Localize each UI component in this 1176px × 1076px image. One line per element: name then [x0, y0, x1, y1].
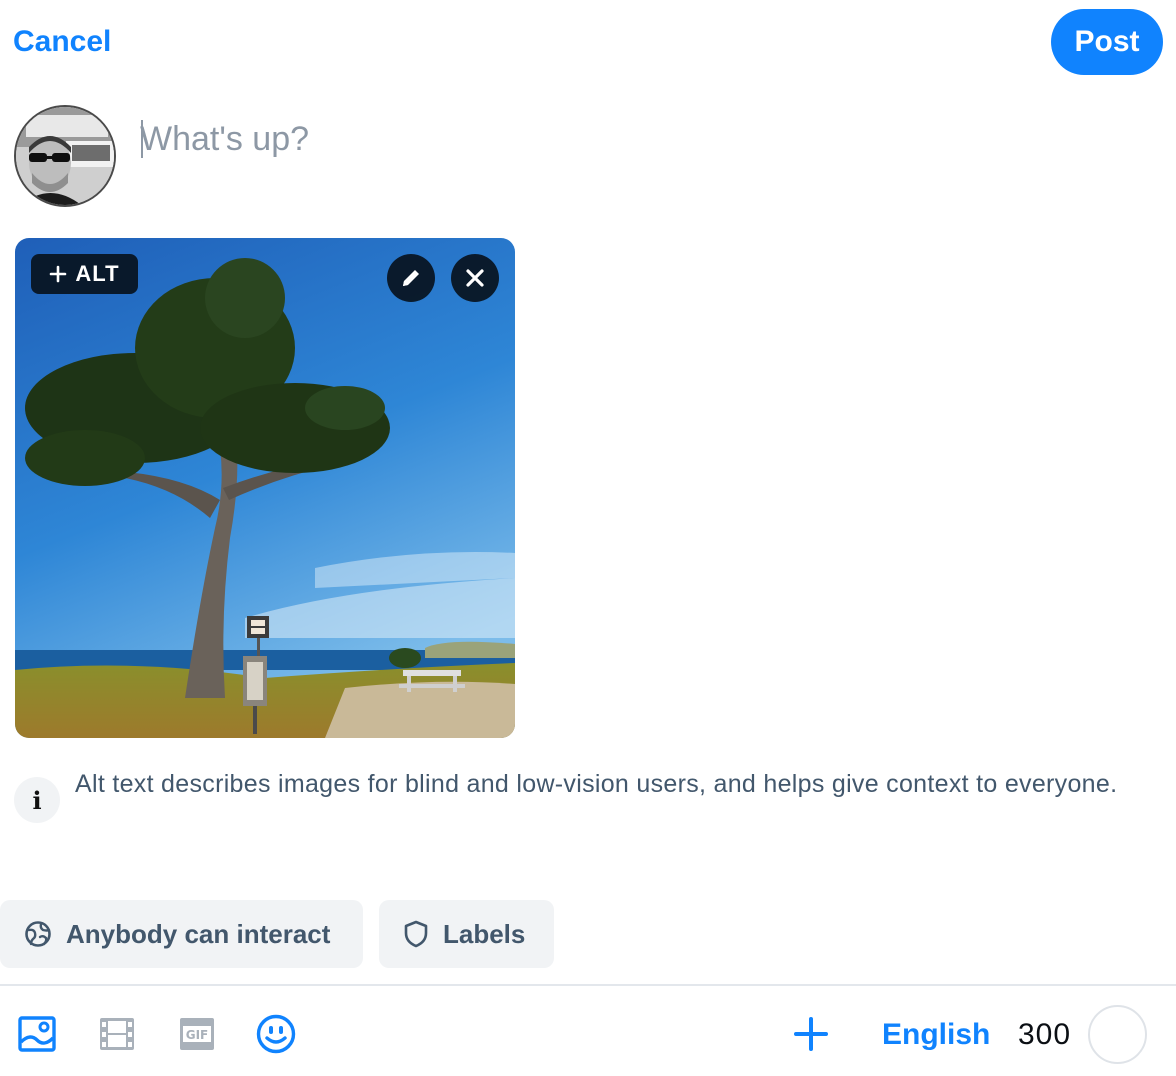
avatar[interactable] [14, 105, 116, 207]
emoji-icon [256, 1014, 296, 1054]
info-icon: i [14, 777, 60, 823]
plus-icon [50, 265, 67, 283]
language-selector[interactable]: English [882, 1015, 990, 1055]
add-alt-text-button[interactable]: ALT [31, 254, 138, 294]
top-bar: Cancel Post [0, 0, 1176, 90]
shield-icon [404, 920, 428, 948]
add-gif-button[interactable]: GIF [177, 1014, 217, 1054]
gif-icon: GIF [180, 1018, 214, 1050]
add-image-button[interactable] [17, 1014, 57, 1054]
text-cursor [141, 120, 143, 158]
add-emoji-button[interactable] [256, 1014, 296, 1054]
cancel-button[interactable]: Cancel [13, 24, 111, 60]
interaction-settings-button[interactable]: Anybody can interact [0, 900, 363, 968]
attached-image[interactable] [15, 238, 515, 738]
globe-icon [25, 921, 51, 947]
add-thread-post-button[interactable] [791, 1014, 831, 1054]
alt-text-info: Alt text describes images for blind and … [75, 770, 1118, 798]
avatar-photo [16, 107, 114, 205]
svg-text:GIF: GIF [186, 1028, 209, 1042]
alt-label: ALT [75, 261, 120, 286]
toolbar-divider [0, 984, 1176, 986]
pencil-icon [403, 270, 419, 286]
add-video-button[interactable] [97, 1014, 137, 1054]
interaction-settings-label: Anybody can interact [66, 918, 331, 949]
character-progress-ring [1088, 1005, 1147, 1064]
video-icon [100, 1018, 134, 1050]
post-button[interactable]: Post [1051, 9, 1163, 75]
compose-input[interactable] [140, 114, 1040, 164]
remove-image-button[interactable] [451, 254, 499, 302]
plus-icon [794, 1017, 828, 1051]
edit-image-button[interactable] [387, 254, 435, 302]
character-count: 300 [1018, 1018, 1072, 1051]
labels-button[interactable]: Labels [379, 900, 554, 968]
image-icon [18, 1016, 56, 1052]
close-icon [466, 269, 484, 287]
tree-photo [15, 238, 515, 738]
labels-label: Labels [443, 918, 526, 949]
